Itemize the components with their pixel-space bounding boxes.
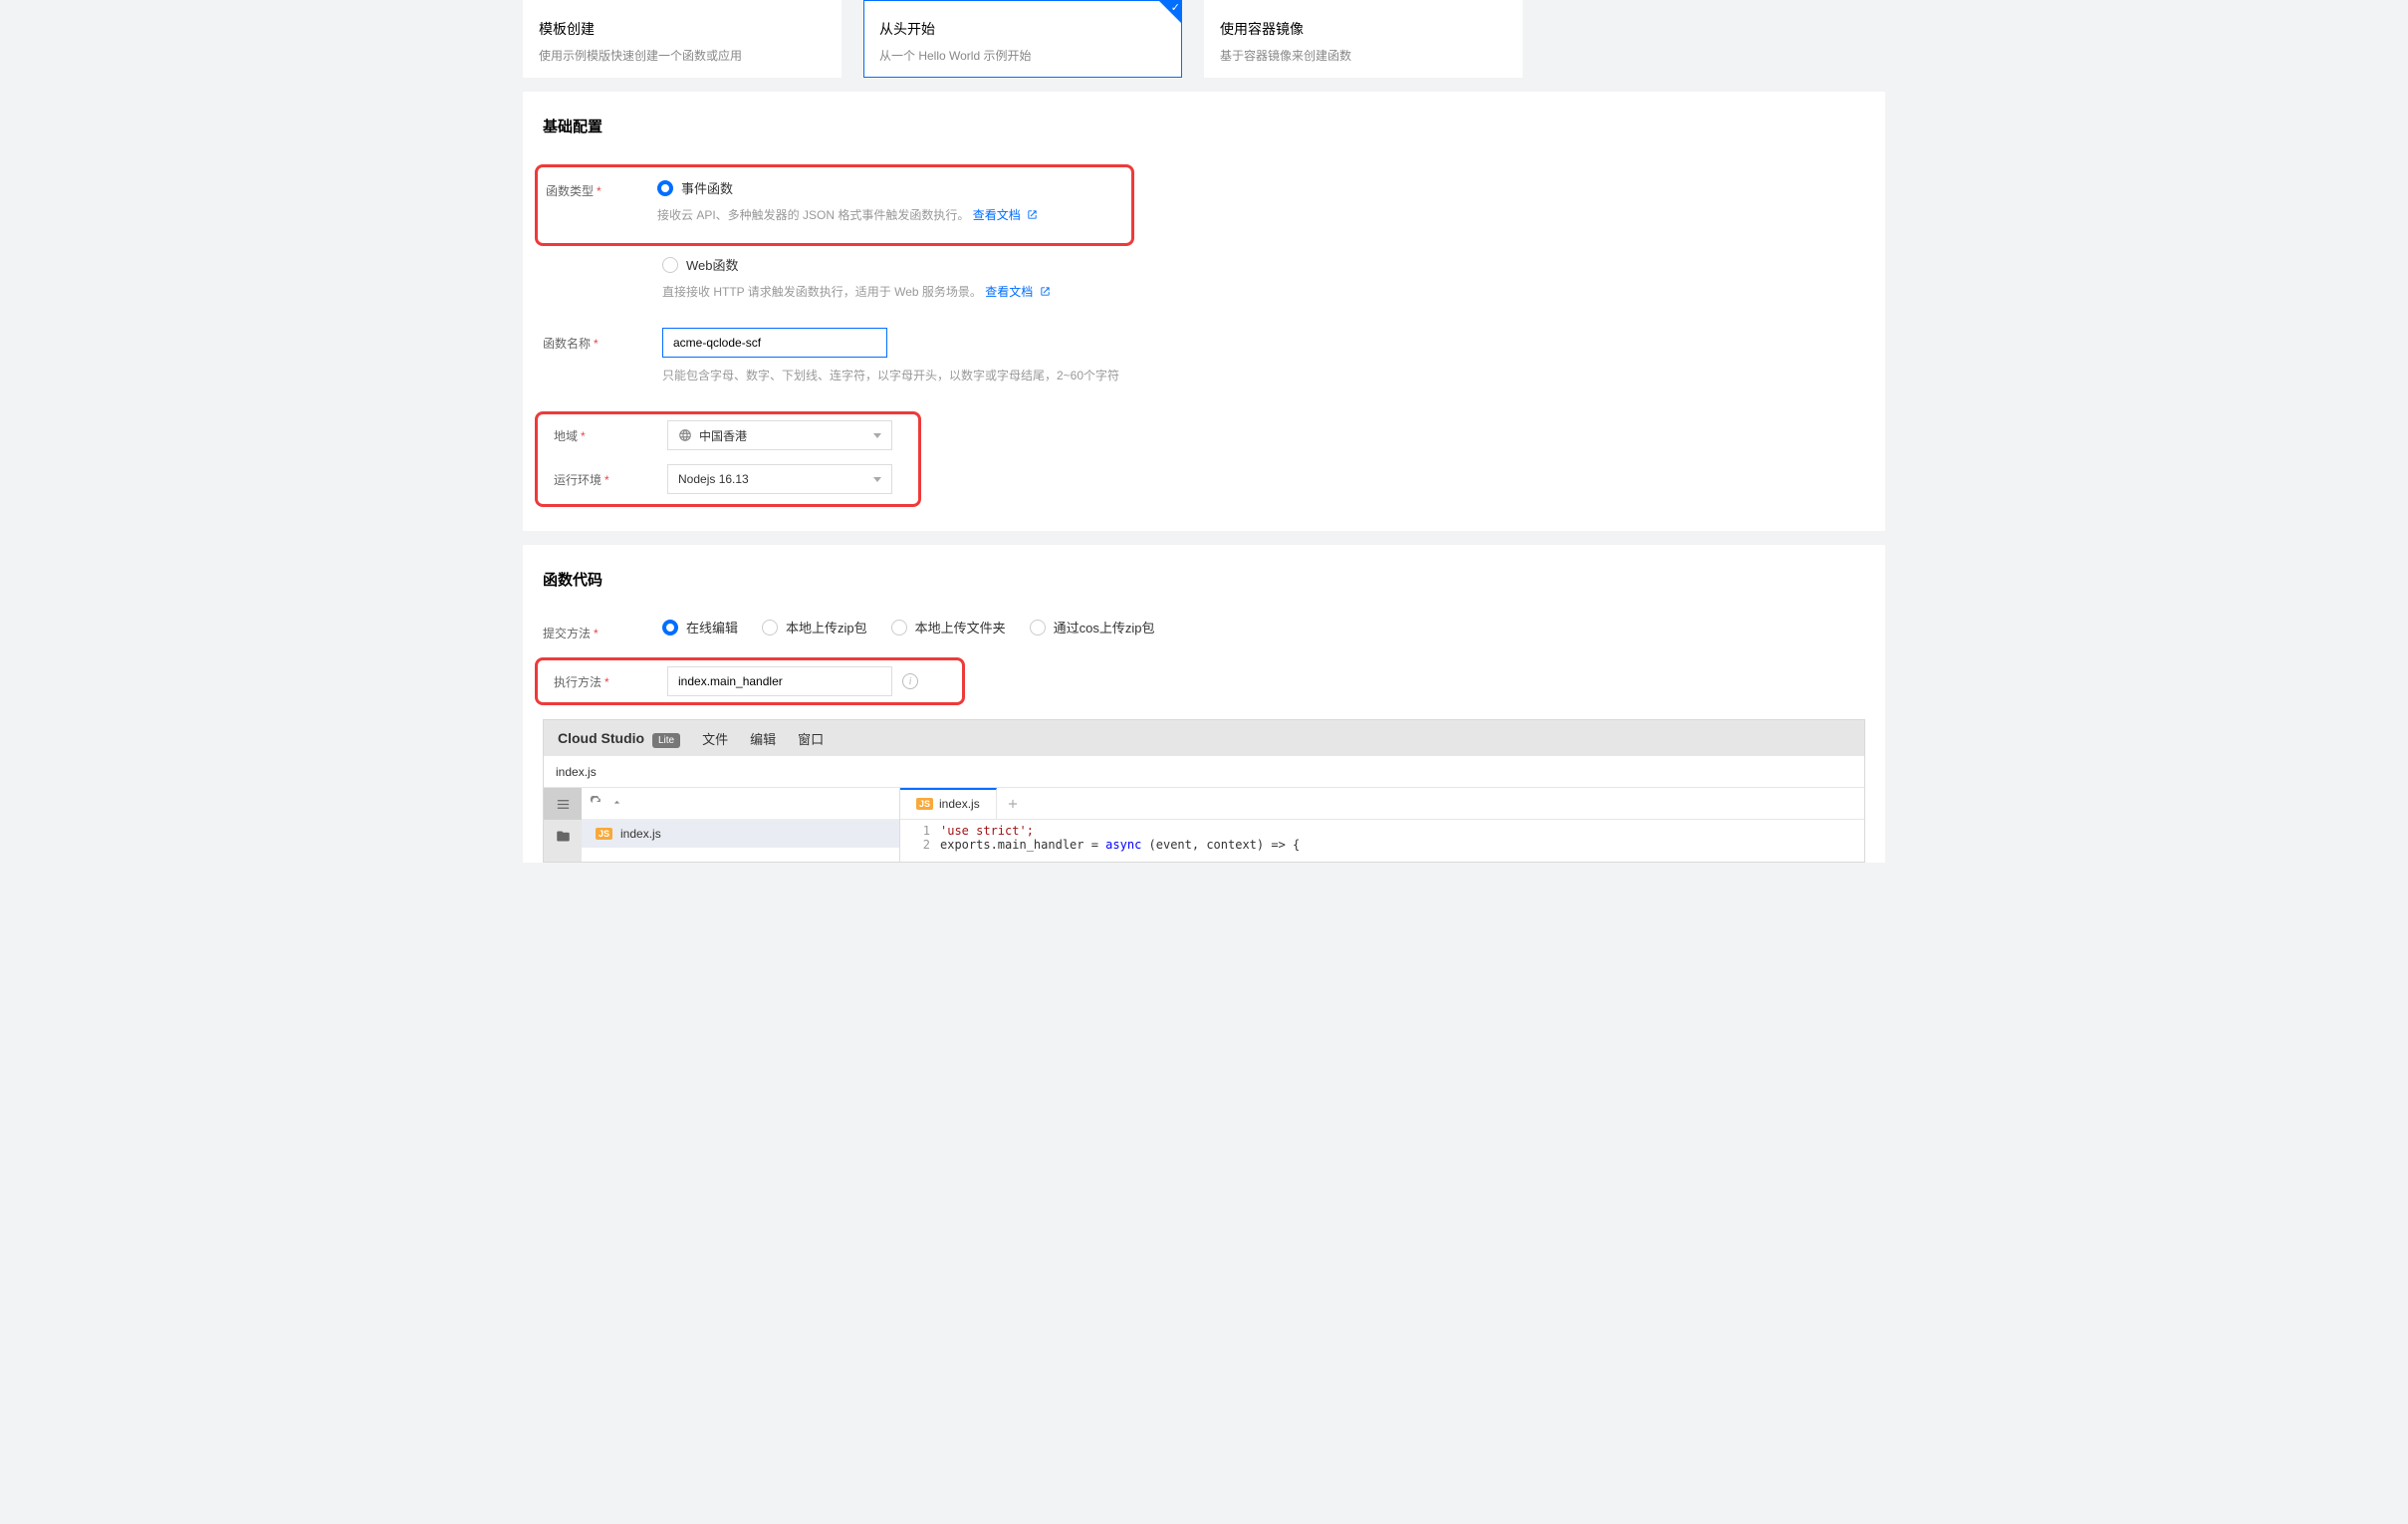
runtime-select[interactable]: Nodejs 16.13 [667,464,892,494]
chevron-down-icon [873,477,881,482]
radio-icon [662,620,678,635]
explorer-icon[interactable] [544,788,582,820]
helper-func-name: 只能包含字母、数字、下划线、连字符，以字母开头，以数字或字母结尾，2~60个字符 [662,366,1865,385]
menu-edit[interactable]: 编辑 [750,729,776,748]
menu-file[interactable]: 文件 [702,729,728,748]
radio-upload-zip[interactable]: 本地上传zip包 [762,618,867,636]
radio-icon [662,257,678,273]
label-func-type: 函数类型* [538,175,657,199]
doc-link-web[interactable]: 查看文档 [985,285,1050,299]
function-code-panel: 函数代码 提交方法* 在线编辑 本地上传zip包 本 [523,545,1885,863]
external-link-icon [1027,206,1038,217]
check-icon: ✓ [1171,1,1180,14]
section-title-code: 函数代码 [543,569,1865,590]
tree-file-indexjs[interactable]: JS index.js [582,820,899,848]
card-template[interactable]: 模板创建 使用示例模版快速创建一个函数或应用 [523,0,842,78]
file-tree: JS index.js [582,788,900,862]
editor-toolbar: Cloud Studio Lite 文件 编辑 窗口 [544,720,1864,756]
radio-cos-zip[interactable]: 通过cos上传zip包 [1030,618,1155,636]
card-container-image[interactable]: 使用容器镜像 基于容器镜像来创建函数 [1204,0,1523,78]
info-icon[interactable]: i [902,673,918,689]
label-exec-method: 执行方法* [548,666,667,690]
editor-brand: Cloud Studio Lite [558,730,680,746]
lite-badge: Lite [652,733,680,748]
js-file-icon: JS [916,798,933,810]
card-sub: 使用示例模版快速创建一个函数或应用 [539,47,826,64]
globe-icon [678,428,692,442]
card-sub: 从一个 Hello World 示例开始 [879,47,1166,64]
refresh-icon[interactable] [590,796,602,812]
card-title: 从头开始 [879,19,1166,39]
editor-open-file: index.js [544,756,1864,788]
label-func-name: 函数名称* [543,328,662,352]
radio-event-function[interactable]: 事件函数 [657,178,1121,197]
code-text[interactable]: 1'use strict'; 2exports.main_handler = a… [900,820,1864,852]
radio-online-edit[interactable]: 在线编辑 [662,618,738,636]
card-from-scratch[interactable]: ✓ 从头开始 从一个 Hello World 示例开始 [863,0,1182,78]
js-file-icon: JS [596,828,612,840]
card-sub: 基于容器镜像来创建函数 [1220,47,1507,64]
creation-mode-cards: 模板创建 使用示例模版快速创建一个函数或应用 ✓ 从头开始 从一个 Hello … [523,0,1885,92]
chevron-down-icon [873,433,881,438]
label-submit-method: 提交方法* [543,618,662,641]
menu-window[interactable]: 窗口 [798,729,824,748]
editor-activity-bar [544,788,582,862]
exec-method-input[interactable] [667,666,892,696]
basic-config-panel: 基础配置 函数类型* 事件函数 接收云 API、多种触发器的 JSON 格式事件… [523,92,1885,531]
card-title: 使用容器镜像 [1220,19,1507,39]
radio-upload-folder[interactable]: 本地上传文件夹 [891,618,1006,636]
helper-web: 直接接收 HTTP 请求触发函数执行，适用于 Web 服务场景。 查看文档 [662,282,1865,302]
code-tab-indexjs[interactable]: JS index.js [900,788,997,819]
helper-event: 接收云 API、多种触发器的 JSON 格式事件触发函数执行。 查看文档 [657,205,1121,225]
code-editor: Cloud Studio Lite 文件 编辑 窗口 index.js [543,719,1865,863]
external-link-icon [1040,283,1051,294]
new-tab-button[interactable] [997,797,1029,811]
label-region: 地域* [548,420,667,444]
radio-web-function[interactable]: Web函数 [662,255,1865,274]
radio-icon [891,620,907,635]
doc-link-event[interactable]: 查看文档 [973,208,1038,222]
collapse-icon[interactable] [610,796,623,812]
radio-icon [657,180,673,196]
label-runtime: 运行环境* [548,464,667,488]
radio-icon [1030,620,1046,635]
region-select[interactable]: 中国香港 [667,420,892,450]
radio-icon [762,620,778,635]
folder-icon[interactable] [544,820,582,852]
section-title-basic: 基础配置 [543,116,1865,136]
card-title: 模板创建 [539,19,826,39]
func-name-input[interactable] [662,328,887,358]
